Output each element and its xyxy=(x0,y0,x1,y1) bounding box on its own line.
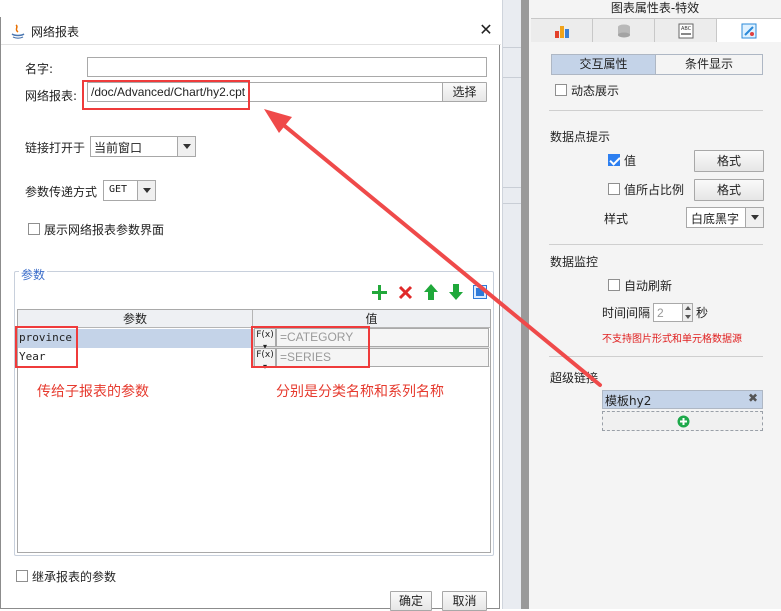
param-method-select[interactable]: GET xyxy=(103,180,156,201)
database-icon xyxy=(617,24,630,37)
divider xyxy=(549,110,763,111)
divider xyxy=(549,244,763,245)
background-splitter xyxy=(521,0,529,609)
spinner-up-icon xyxy=(685,306,691,310)
annotation-values-note: 分别是分类名称和系列名称 xyxy=(276,384,444,400)
tab-interaction[interactable]: 交互属性 xyxy=(552,55,656,74)
interval-label: 时间间隔 xyxy=(602,306,651,320)
chevron-down-icon xyxy=(137,181,155,200)
interval-input[interactable]: 2 xyxy=(653,303,683,322)
web-report-dialog: 网络报表 ✕ 名字: 网络报表: /doc/Advanced/Chart/hy2… xyxy=(0,17,501,611)
unsupported-warning: 不支持图片形式和单元格数据源 xyxy=(602,334,742,345)
show-params-ui-checkbox[interactable] xyxy=(28,223,40,235)
annotation-highlight-params xyxy=(15,326,78,368)
close-icon[interactable]: ✖ xyxy=(748,391,758,405)
dynamic-display-label: 动态展示 xyxy=(571,84,620,98)
inherit-params-checkbox[interactable] xyxy=(16,570,28,582)
dialog-title: 网络报表 xyxy=(31,25,80,39)
param-method-label: 参数传递方式 xyxy=(25,185,98,199)
tab-condition-display[interactable]: 条件显示 xyxy=(656,55,762,74)
inherit-params-label: 继承报表的参数 xyxy=(32,570,117,584)
tab-effects[interactable] xyxy=(717,19,781,42)
style-label: 样式 xyxy=(604,212,629,226)
effects-icon xyxy=(741,23,757,38)
param-method-value: GET xyxy=(109,184,128,195)
auto-refresh-label: 自动刷新 xyxy=(624,279,673,293)
value-checkbox[interactable] xyxy=(608,154,620,166)
chart-type-icon xyxy=(554,25,569,38)
auto-refresh-checkbox[interactable] xyxy=(608,279,620,291)
annotation-highlight-report xyxy=(82,80,250,110)
chevron-down-icon xyxy=(745,208,763,227)
spinner-down-icon xyxy=(685,315,691,319)
sub-tab-bar: 交互属性 条件显示 xyxy=(551,54,763,75)
divider xyxy=(549,356,763,357)
add-hyperlink-button[interactable] xyxy=(602,411,763,431)
interval-spinner[interactable] xyxy=(682,303,693,322)
show-params-ui-label: 展示网络报表参数界面 xyxy=(44,223,165,237)
close-icon[interactable]: ✕ xyxy=(477,21,495,39)
hyperlink-item[interactable]: 模板hy2 ✖ xyxy=(602,390,763,409)
move-down-icon[interactable] xyxy=(449,284,463,300)
open-in-select[interactable]: 当前窗口 xyxy=(90,136,196,157)
datapoint-section-title: 数据点提示 xyxy=(550,130,611,144)
annotation-highlight-values xyxy=(251,326,370,368)
open-in-value: 当前窗口 xyxy=(94,141,143,155)
panel-tab-bar: ABC xyxy=(531,18,781,42)
svg-text:ABC: ABC xyxy=(681,26,692,32)
dynamic-display-checkbox[interactable] xyxy=(555,84,567,96)
tab-style[interactable]: ABC xyxy=(655,19,717,42)
ok-button[interactable]: 确定 xyxy=(390,591,432,611)
name-label: 名字: xyxy=(25,62,54,76)
hyperlink-item-label: 模板hy2 xyxy=(605,394,652,408)
ratio-format-button[interactable]: 格式 xyxy=(694,179,764,201)
chevron-down-icon xyxy=(177,137,195,156)
edit-icon[interactable] xyxy=(473,285,487,299)
monitor-section-title: 数据监控 xyxy=(550,255,599,269)
tab-chart-type[interactable] xyxy=(531,19,593,42)
params-group-title: 参数 xyxy=(19,266,48,283)
cancel-button[interactable]: 取消 xyxy=(442,591,487,611)
tab-data[interactable] xyxy=(593,19,655,42)
annotation-params-note: 传给子报表的参数 xyxy=(37,384,149,400)
dialog-titlebar: 网络报表 ✕ xyxy=(1,17,501,45)
style-icon: ABC xyxy=(678,23,693,38)
ratio-checkbox[interactable] xyxy=(608,183,620,195)
java-icon xyxy=(11,24,25,39)
value-label: 值 xyxy=(624,154,637,168)
open-in-label: 链接打开于 xyxy=(25,141,86,155)
report-label: 网络报表: xyxy=(25,89,78,103)
choose-button[interactable]: 选择 xyxy=(442,82,487,102)
move-up-icon[interactable] xyxy=(424,284,438,300)
interval-unit: 秒 xyxy=(696,306,709,320)
hyperlink-section-title: 超级链接 xyxy=(550,371,599,385)
name-input[interactable] xyxy=(87,57,487,77)
value-format-button[interactable]: 格式 xyxy=(694,150,764,172)
panel-title: 图表属性表-特效 xyxy=(610,1,700,15)
delete-icon[interactable] xyxy=(398,285,413,300)
style-select[interactable]: 白底黑字 xyxy=(686,207,764,228)
chart-properties-panel: 图表属性表-特效 ABC 交互属性 条件显示 动态展示 数据点提示 值 格式 值… xyxy=(529,0,781,609)
ratio-label: 值所占比例 xyxy=(624,183,685,197)
add-icon[interactable] xyxy=(372,285,387,300)
style-select-value: 白底黑字 xyxy=(691,212,740,226)
add-icon xyxy=(677,415,690,428)
